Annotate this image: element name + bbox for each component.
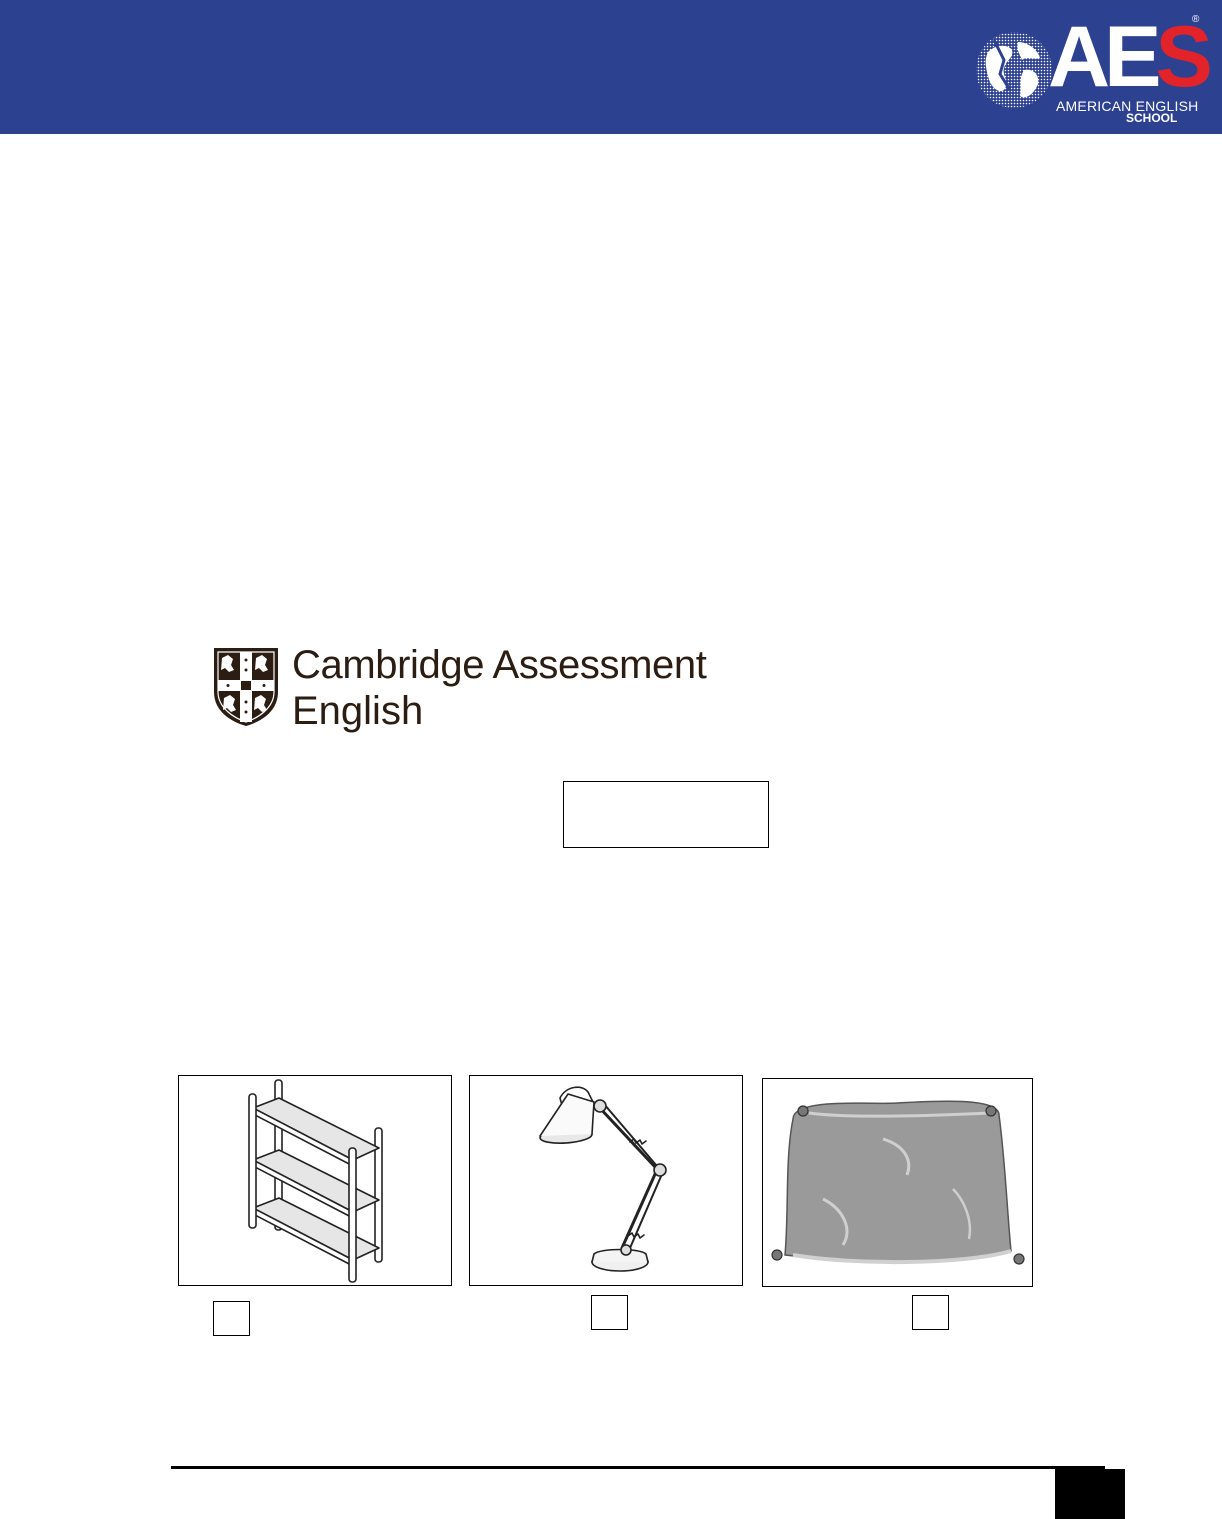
aes-logo: AES ® AMERICAN ENGLISH SCHOOL	[970, 9, 1213, 132]
page-number-box	[1055, 1469, 1125, 1519]
globe-icon	[976, 32, 1052, 108]
answer-box-b[interactable]	[591, 1295, 628, 1330]
cushion-icon	[771, 1100, 1025, 1265]
cambridge-logo-line2: English	[292, 689, 424, 733]
picture-option-b	[469, 1075, 743, 1286]
answer-box-c[interactable]	[912, 1295, 949, 1330]
footer-rule	[171, 1466, 1105, 1469]
picture-option-a	[178, 1075, 452, 1286]
candidate-number-box[interactable]	[563, 781, 769, 848]
bookshelf-icon	[248, 1079, 383, 1283]
answer-box-a[interactable]	[213, 1301, 250, 1336]
aes-tagline-line2: SCHOOL	[1126, 111, 1178, 125]
cambridge-logo-line1: Cambridge Assessment	[292, 643, 707, 687]
aes-wordmark: AES	[1048, 9, 1213, 105]
registered-mark: ®	[1192, 14, 1200, 25]
desk-lamp-icon	[539, 1086, 667, 1272]
header-band: AES ® AMERICAN ENGLISH SCHOOL	[0, 0, 1222, 134]
shield-crest-icon	[214, 648, 278, 726]
cambridge-logo: Cambridge Assessment English	[212, 643, 732, 736]
picture-option-c	[762, 1078, 1033, 1287]
